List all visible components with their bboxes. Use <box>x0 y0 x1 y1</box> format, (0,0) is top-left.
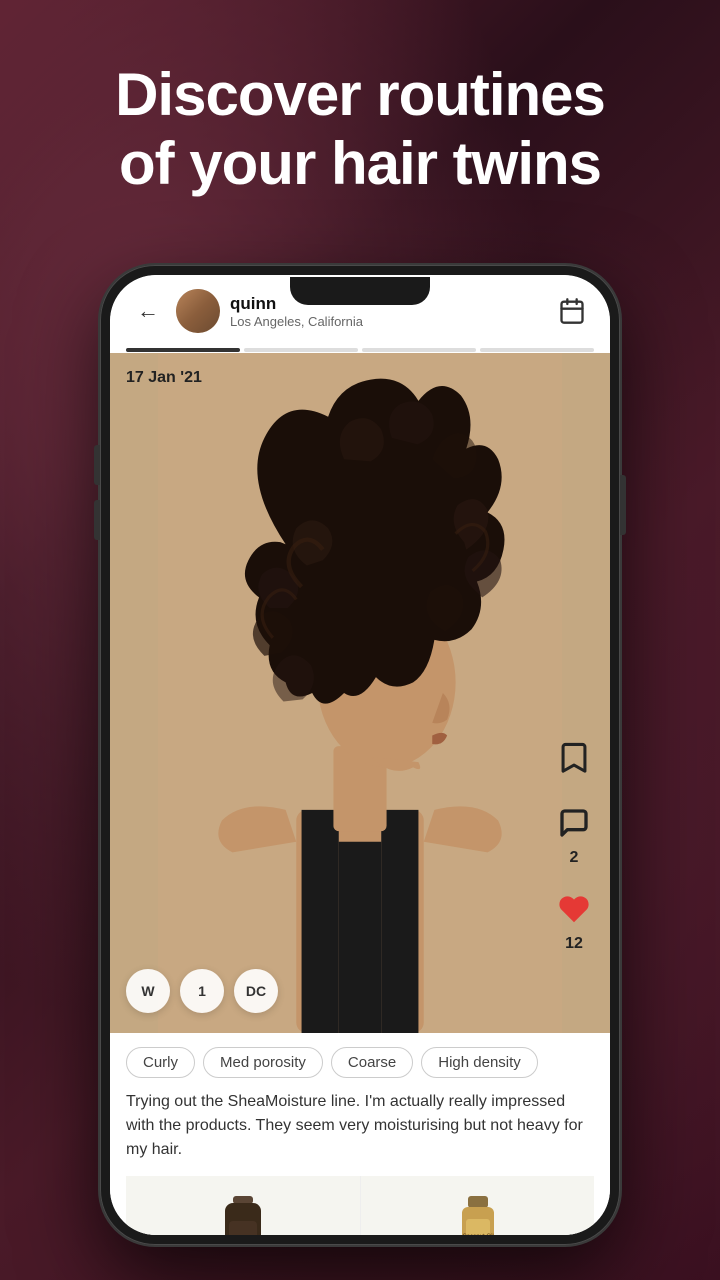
phone-mockup: ← quinn Los Angeles, California <box>100 265 620 1245</box>
comment-action[interactable]: 2 <box>552 801 596 867</box>
back-button[interactable]: ← <box>130 293 166 329</box>
tag-curly[interactable]: Curly <box>126 1047 195 1078</box>
person-photo <box>110 353 610 1033</box>
progress-bar-3 <box>362 348 476 352</box>
badge-w: W <box>126 969 170 1013</box>
post-date: 17 Jan '21 <box>126 369 202 387</box>
photo-area: 17 Jan '21 <box>110 353 610 1033</box>
calendar-icon <box>558 297 586 325</box>
bookmark-action[interactable] <box>552 737 596 781</box>
product-tube-2: Coconut Oil <box>450 1191 505 1235</box>
comment-icon <box>552 801 596 845</box>
progress-bar-4 <box>480 348 594 352</box>
side-actions: 2 12 <box>552 737 596 953</box>
badge-dc: DC <box>234 969 278 1013</box>
badge-1: 1 <box>180 969 224 1013</box>
product-1[interactable]: SheaMoisture <box>126 1176 361 1235</box>
progress-bars <box>110 347 610 353</box>
product-2[interactable]: Coconut Oil <box>361 1176 595 1235</box>
tag-density[interactable]: High density <box>421 1047 538 1078</box>
user-location: Los Angeles, California <box>230 314 363 329</box>
avatar <box>176 289 220 333</box>
like-count: 12 <box>565 935 583 953</box>
hair-tags: Curly Med porosity Coarse High density <box>126 1047 594 1078</box>
svg-text:Coconut Oil: Coconut Oil <box>462 1234 493 1235</box>
hair-type-badges: W 1 DC <box>126 969 278 1013</box>
like-action[interactable]: 12 <box>552 887 596 953</box>
post-details: Curly Med porosity Coarse High density T… <box>110 1033 610 1235</box>
bookmark-icon <box>552 737 596 781</box>
hero-title: Discover routines of your hair twins <box>60 60 660 198</box>
tag-porosity[interactable]: Med porosity <box>203 1047 323 1078</box>
products-row: SheaMoisture Coconut Oil <box>126 1176 594 1235</box>
product-bottle-1: SheaMoisture <box>215 1191 270 1235</box>
back-arrow-icon: ← <box>137 298 159 324</box>
comment-count: 2 <box>570 849 579 867</box>
hero-section: Discover routines of your hair twins <box>0 40 720 218</box>
progress-bar-1 <box>126 348 240 352</box>
calendar-button[interactable] <box>554 293 590 329</box>
post-description: Trying out the SheaMoisture line. I'm ac… <box>126 1090 594 1162</box>
tag-coarse[interactable]: Coarse <box>331 1047 413 1078</box>
heart-icon <box>552 887 596 931</box>
progress-bar-2 <box>244 348 358 352</box>
